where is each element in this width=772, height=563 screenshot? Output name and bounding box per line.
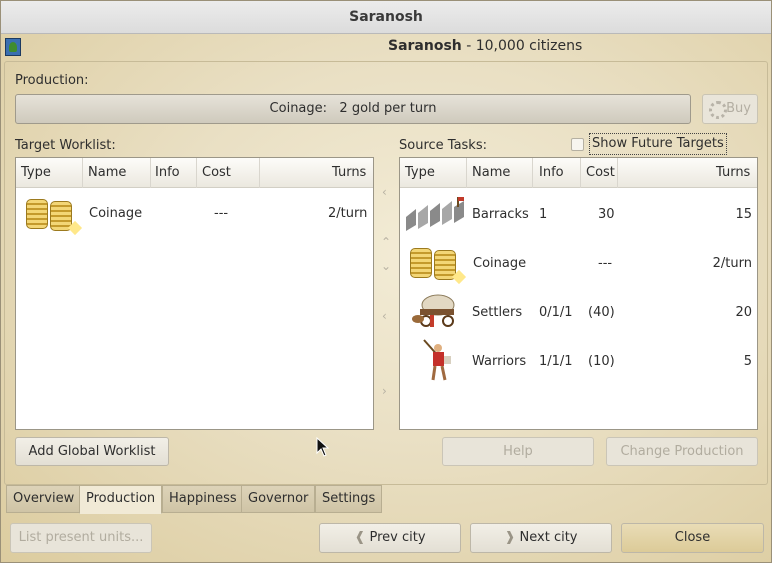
city-flag-icon	[5, 38, 21, 56]
close-button[interactable]: Close	[621, 523, 764, 553]
city-dialog-window: Saranosh Saranosh - 10,000 citizens Prod…	[0, 0, 772, 563]
production-label: Production:	[15, 73, 89, 88]
col-name[interactable]: Name	[472, 158, 510, 188]
show-future-label[interactable]: Show Future Targets	[589, 133, 727, 155]
prev-arrow-icon: ❰	[354, 530, 366, 545]
row-name: Coinage	[473, 256, 527, 271]
prev-city-label: Prev city	[369, 530, 426, 545]
table-row[interactable]: Settlers 0/1/1 (40) 20	[400, 289, 757, 337]
tab-governor[interactable]: Governor	[241, 485, 316, 513]
tab-overview[interactable]: Overview	[6, 485, 82, 513]
row-cost: ---	[598, 256, 613, 271]
col-type[interactable]: Type	[21, 158, 51, 188]
row-turns: 15	[735, 207, 752, 222]
row-turns: 2/turn	[328, 206, 368, 221]
settlers-icon	[412, 294, 455, 327]
col-turns[interactable]: Turns	[332, 158, 366, 188]
help-button[interactable]: Help	[442, 437, 594, 466]
city-name: Saranosh	[388, 38, 462, 54]
row-name: Warriors	[472, 354, 527, 369]
target-worklist-label: Target Worklist:	[15, 138, 116, 153]
prev-city-button[interactable]: ❰ Prev city	[319, 523, 461, 553]
chevron-left-icon[interactable]: ‹	[382, 309, 387, 323]
tab-settings[interactable]: Settings	[315, 485, 383, 513]
production-current: Coinage: 2 gold per turn	[269, 101, 437, 116]
col-type[interactable]: Type	[405, 158, 435, 188]
row-turns: 2/turn	[712, 256, 752, 271]
col-turns[interactable]: Turns	[716, 158, 750, 188]
row-cost: ---	[214, 206, 229, 221]
row-info: 1	[539, 207, 548, 222]
next-arrow-icon: ❱	[504, 530, 516, 545]
row-name: Settlers	[472, 305, 523, 320]
show-future-checkbox[interactable]	[571, 138, 584, 151]
col-info[interactable]: Info	[539, 158, 564, 188]
city-header: Saranosh - 10,000 citizens	[388, 38, 582, 54]
row-cost: (40)	[588, 305, 615, 320]
next-city-label: Next city	[519, 530, 578, 545]
table-row[interactable]: Warriors 1/1/1 (10) 5	[400, 338, 757, 386]
row-turns: 20	[735, 305, 752, 320]
citizens-count: - 10,000 citizens	[461, 38, 583, 54]
row-cost: (10)	[588, 354, 615, 369]
table-row[interactable]: Coinage --- 2/turn	[16, 193, 373, 241]
change-production-button[interactable]: Change Production	[606, 437, 758, 466]
col-info[interactable]: Info	[155, 158, 180, 188]
add-global-worklist-button[interactable]: Add Global Worklist	[15, 437, 169, 466]
production-progress-bar: Coinage: 2 gold per turn	[15, 94, 691, 124]
col-name[interactable]: Name	[88, 158, 126, 188]
list-present-units-button[interactable]: List present units...	[10, 523, 152, 553]
tab-happiness[interactable]: Happiness	[162, 485, 244, 513]
warriors-icon	[423, 339, 451, 381]
buy-label: Buy	[726, 101, 751, 116]
coinage-icon	[26, 197, 83, 236]
chevron-up-icon[interactable]: ⌃	[381, 235, 391, 249]
col-cost[interactable]: Cost	[202, 158, 231, 188]
chevron-down-icon[interactable]: ⌄	[381, 259, 391, 273]
coinage-icon	[410, 246, 467, 285]
buy-button[interactable]: Buy	[702, 94, 758, 124]
row-cost: 30	[598, 207, 615, 222]
mouse-cursor-icon	[316, 437, 330, 457]
col-cost[interactable]: Cost	[586, 158, 615, 188]
tab-production[interactable]: Production	[79, 485, 163, 514]
row-info: 1/1/1	[539, 354, 573, 369]
gear-icon	[709, 101, 727, 119]
barracks-icon	[406, 197, 464, 231]
row-name: Barracks	[472, 207, 529, 222]
source-tasks-label: Source Tasks:	[399, 138, 487, 153]
next-city-button[interactable]: ❱ Next city	[470, 523, 612, 553]
target-worklist-table[interactable]: Type Name Info Cost Turns Coinage --- 2/…	[15, 157, 374, 430]
chevron-left-icon[interactable]: ‹	[382, 185, 387, 199]
source-tasks-table[interactable]: Type Name Info Cost Turns Barracks 1 30 …	[399, 157, 758, 430]
chevron-right-icon[interactable]: ›	[382, 384, 387, 398]
row-name: Coinage	[89, 206, 143, 221]
row-turns: 5	[743, 354, 752, 369]
window-title: Saranosh	[1, 1, 771, 34]
table-row[interactable]: Coinage --- 2/turn	[400, 240, 757, 288]
row-info: 0/1/1	[539, 305, 573, 320]
table-row[interactable]: Barracks 1 30 15	[400, 191, 757, 239]
source-tasks-header: Type Name Info Cost Turns	[400, 158, 757, 188]
target-worklist-header: Type Name Info Cost Turns	[16, 158, 373, 188]
